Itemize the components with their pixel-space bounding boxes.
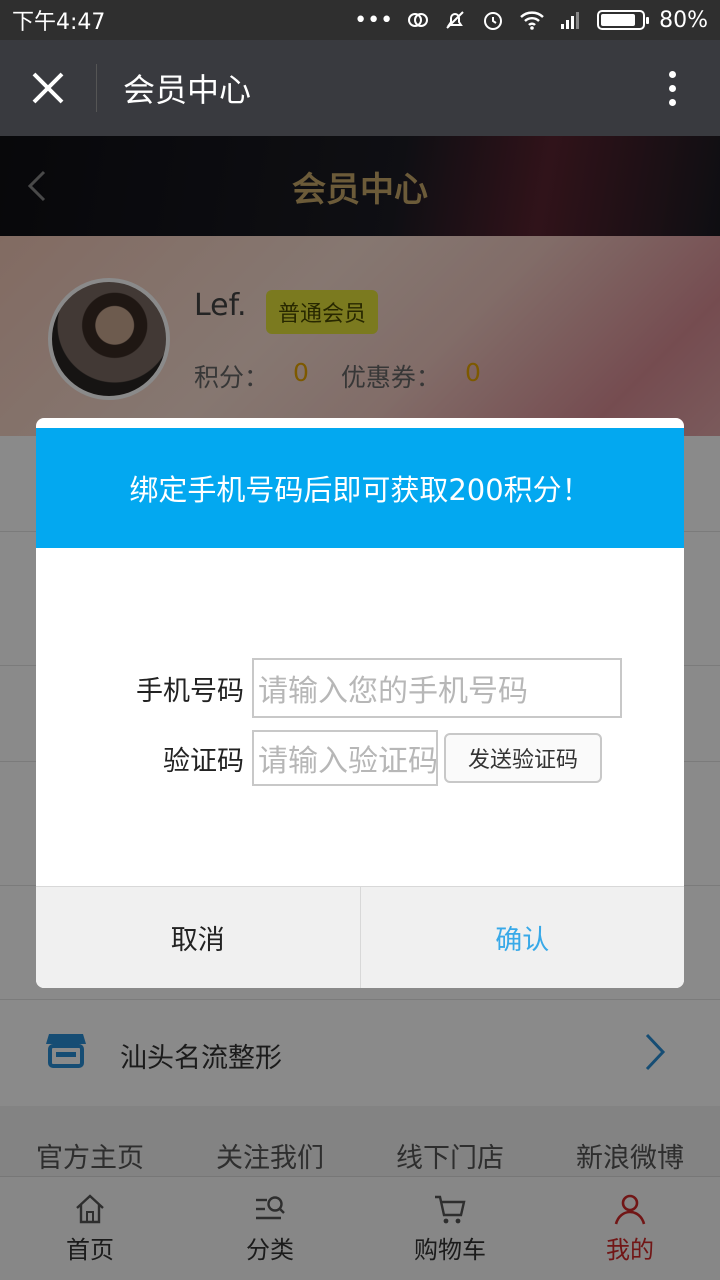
code-label: 验证码 [163,745,244,777]
send-code-button[interactable]: 发送验证码 [444,733,602,783]
more-dot [668,84,676,92]
dialog-footer: 取消 确认 [36,886,684,988]
dialog-title: 绑定手机号码后即可获取200积分！ [36,428,684,548]
mute-bell-icon [446,11,464,29]
wifi-icon [520,11,544,30]
webview-header: 会员中心 [0,40,720,136]
status-bar: 下午4:47 ••• 80% [0,0,720,40]
code-row: 验证码 请输入验证码 发送验证码 [36,730,684,786]
phone-row: 手机号码 请输入您的手机号码 [36,658,684,718]
battery-percent: 80% [659,7,708,33]
link-icon [408,13,429,27]
phone-label: 手机号码 [136,675,244,707]
cancel-button[interactable]: 取消 [36,887,361,988]
confirm-button[interactable]: 确认 [361,887,685,988]
close-icon [32,72,64,104]
more-dot [668,70,676,78]
more-menu-button[interactable] [624,40,720,136]
webview-title: 会员中心 [123,71,252,109]
signal-icon [561,12,580,29]
status-icons: ••• 80% [354,8,708,33]
code-input[interactable]: 请输入验证码 [252,730,438,786]
more-dot [668,98,676,106]
battery-icon [597,10,650,30]
bind-phone-dialog: 绑定手机号码后即可获取200积分！ 手机号码 请输入您的手机号码 验证码 请输入… [36,418,684,988]
status-time: 下午4:47 [12,10,106,35]
phone-input[interactable]: 请输入您的手机号码 [252,658,622,718]
alarm-icon [484,12,503,30]
close-button[interactable] [0,40,96,136]
more-dots-icon: ••• [354,7,394,33]
